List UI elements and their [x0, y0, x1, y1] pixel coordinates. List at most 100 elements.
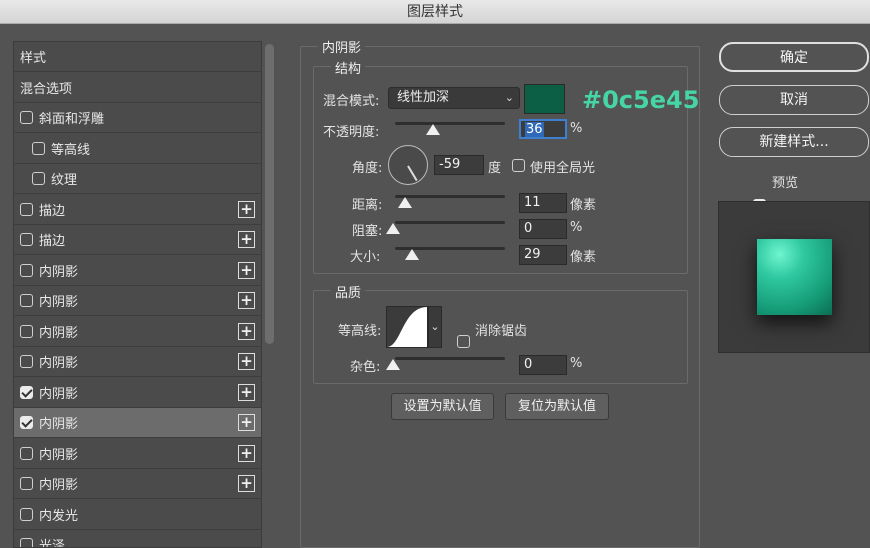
style-checkbox[interactable] — [20, 507, 33, 521]
style-list-item-label: 内阴影 — [39, 386, 79, 402]
choke-slider-track[interactable] — [395, 221, 505, 224]
size-slider-thumb[interactable] — [405, 249, 419, 260]
blend-mode-label: 混合模式: — [323, 94, 380, 109]
noise-value: 0 — [524, 357, 533, 372]
opacity-slider-track[interactable] — [395, 122, 505, 125]
anti-alias-checkbox[interactable] — [457, 335, 470, 348]
blend-mode-select[interactable]: 线性加深 ⌄ — [388, 87, 520, 109]
global-light-label[interactable]: 使用全局光 — [530, 157, 595, 176]
style-checkbox[interactable] — [20, 385, 33, 399]
choke-input[interactable]: 0 — [519, 219, 567, 239]
style-list-item[interactable]: 等高线 — [14, 134, 261, 164]
opacity-label: 不透明度: — [323, 125, 380, 140]
style-list-item[interactable]: 内阴影 + — [14, 439, 261, 469]
cancel-button[interactable]: 取消 — [719, 85, 869, 115]
add-effect-icon[interactable]: + — [238, 322, 255, 340]
style-checkbox[interactable] — [20, 233, 33, 246]
style-list-item-label: 描边 — [39, 234, 66, 249]
style-checkbox[interactable] — [20, 355, 33, 368]
size-input[interactable]: 29 — [519, 245, 567, 265]
style-list-item[interactable]: 内阴影 + — [14, 347, 261, 377]
angle-input[interactable]: -59 — [434, 155, 484, 175]
style-list-item[interactable]: 内阴影 + — [14, 317, 261, 347]
style-checkbox[interactable] — [20, 111, 33, 124]
style-list-item-label: 内阴影 — [39, 417, 79, 432]
distance-value: 11 — [524, 195, 541, 210]
style-list-item-label: 内阴影 — [39, 325, 79, 341]
blend-mode-value: 线性加深 — [397, 90, 450, 105]
style-list-item-label: 等高线 — [51, 142, 91, 158]
style-checkbox[interactable] — [20, 446, 33, 460]
contour-curve-icon — [387, 307, 427, 347]
style-list-item[interactable]: 内阴影 + — [14, 378, 261, 408]
noise-slider-track[interactable] — [395, 357, 505, 360]
global-light-checkbox[interactable] — [512, 159, 525, 172]
add-effect-icon[interactable]: + — [238, 353, 255, 370]
style-list-item-label: 内发光 — [39, 508, 79, 524]
style-list-item[interactable]: 内发光 — [14, 500, 261, 530]
style-list-item[interactable]: 内阴影 + — [14, 469, 261, 499]
anti-alias-label[interactable]: 消除锯齿 — [475, 320, 527, 339]
style-list-item-label: 纹理 — [51, 173, 78, 188]
preview-label[interactable]: 预览 — [772, 172, 798, 191]
angle-label: 角度: — [352, 161, 383, 176]
style-checkbox[interactable] — [20, 538, 33, 547]
distance-slider-thumb[interactable] — [398, 197, 412, 208]
style-checkbox[interactable] — [20, 477, 33, 490]
style-list-item[interactable]: 描边 + — [14, 195, 261, 225]
add-effect-icon[interactable]: + — [238, 200, 255, 218]
style-list-item[interactable]: 内阴影 + — [14, 286, 261, 316]
style-list-item[interactable]: 样式 — [14, 42, 261, 72]
add-effect-icon[interactable]: + — [238, 414, 255, 431]
new-style-button[interactable]: 新建样式... — [719, 127, 869, 157]
style-checkbox[interactable] — [20, 294, 33, 307]
choke-slider-thumb[interactable] — [386, 223, 400, 234]
distance-input[interactable]: 11 — [519, 193, 567, 213]
style-list-item-label: 描边 — [39, 203, 66, 219]
color-hex-label: #0c5e45 — [582, 86, 700, 114]
window-title-bar: 图层样式 — [0, 0, 870, 24]
style-checkbox[interactable] — [20, 416, 33, 429]
add-effect-icon[interactable]: + — [238, 383, 255, 401]
angle-dial[interactable] — [388, 145, 428, 185]
reset-default-button[interactable]: 复位为默认值 — [505, 393, 609, 420]
style-list-item[interactable]: 斜面和浮雕 — [14, 103, 261, 133]
opacity-input[interactable]: 36 — [519, 119, 567, 139]
style-checkbox[interactable] — [20, 324, 33, 338]
choke-unit: % — [570, 220, 583, 235]
add-effect-icon[interactable]: + — [238, 475, 255, 492]
distance-unit: 像素 — [570, 198, 597, 213]
style-checkbox[interactable] — [32, 141, 45, 155]
contour-label: 等高线: — [338, 324, 382, 339]
choke-label: 阻塞: — [352, 224, 383, 239]
distance-label: 距离: — [352, 198, 383, 213]
shadow-color-swatch[interactable] — [524, 84, 565, 114]
add-effect-icon[interactable]: + — [238, 292, 255, 309]
size-label: 大小: — [350, 250, 381, 265]
style-checkbox[interactable] — [20, 202, 33, 216]
noise-input[interactable]: 0 — [519, 355, 567, 375]
noise-slider-thumb[interactable] — [386, 359, 400, 370]
opacity-slider-thumb[interactable] — [426, 124, 440, 135]
style-list-item[interactable]: 混合选项 — [14, 73, 261, 103]
style-list-item[interactable]: 纹理 — [14, 164, 261, 194]
style-list-item[interactable]: 内阴影 + — [14, 256, 261, 286]
style-list-item[interactable]: 光泽 — [14, 530, 261, 547]
add-effect-icon[interactable]: + — [238, 444, 255, 462]
quality-title: 品质 — [331, 282, 366, 301]
contour-dropdown-button[interactable]: ⌄ — [428, 306, 442, 348]
add-effect-icon[interactable]: + — [238, 261, 255, 279]
add-effect-icon[interactable]: + — [238, 231, 255, 248]
style-checkbox[interactable] — [32, 172, 45, 185]
set-default-button[interactable]: 设置为默认值 — [391, 393, 494, 420]
ok-button[interactable]: 确定 — [719, 42, 869, 72]
contour-picker[interactable] — [386, 306, 428, 348]
opacity-unit: % — [570, 121, 583, 136]
opacity-value: 36 — [525, 122, 544, 137]
style-list-item[interactable]: 描边 + — [14, 225, 261, 255]
structure-title: 结构 — [331, 58, 366, 77]
size-unit: 像素 — [570, 250, 597, 265]
style-list-scrollbar[interactable] — [265, 44, 274, 344]
style-list-item[interactable]: 内阴影 + — [14, 408, 261, 438]
style-checkbox[interactable] — [20, 263, 33, 277]
